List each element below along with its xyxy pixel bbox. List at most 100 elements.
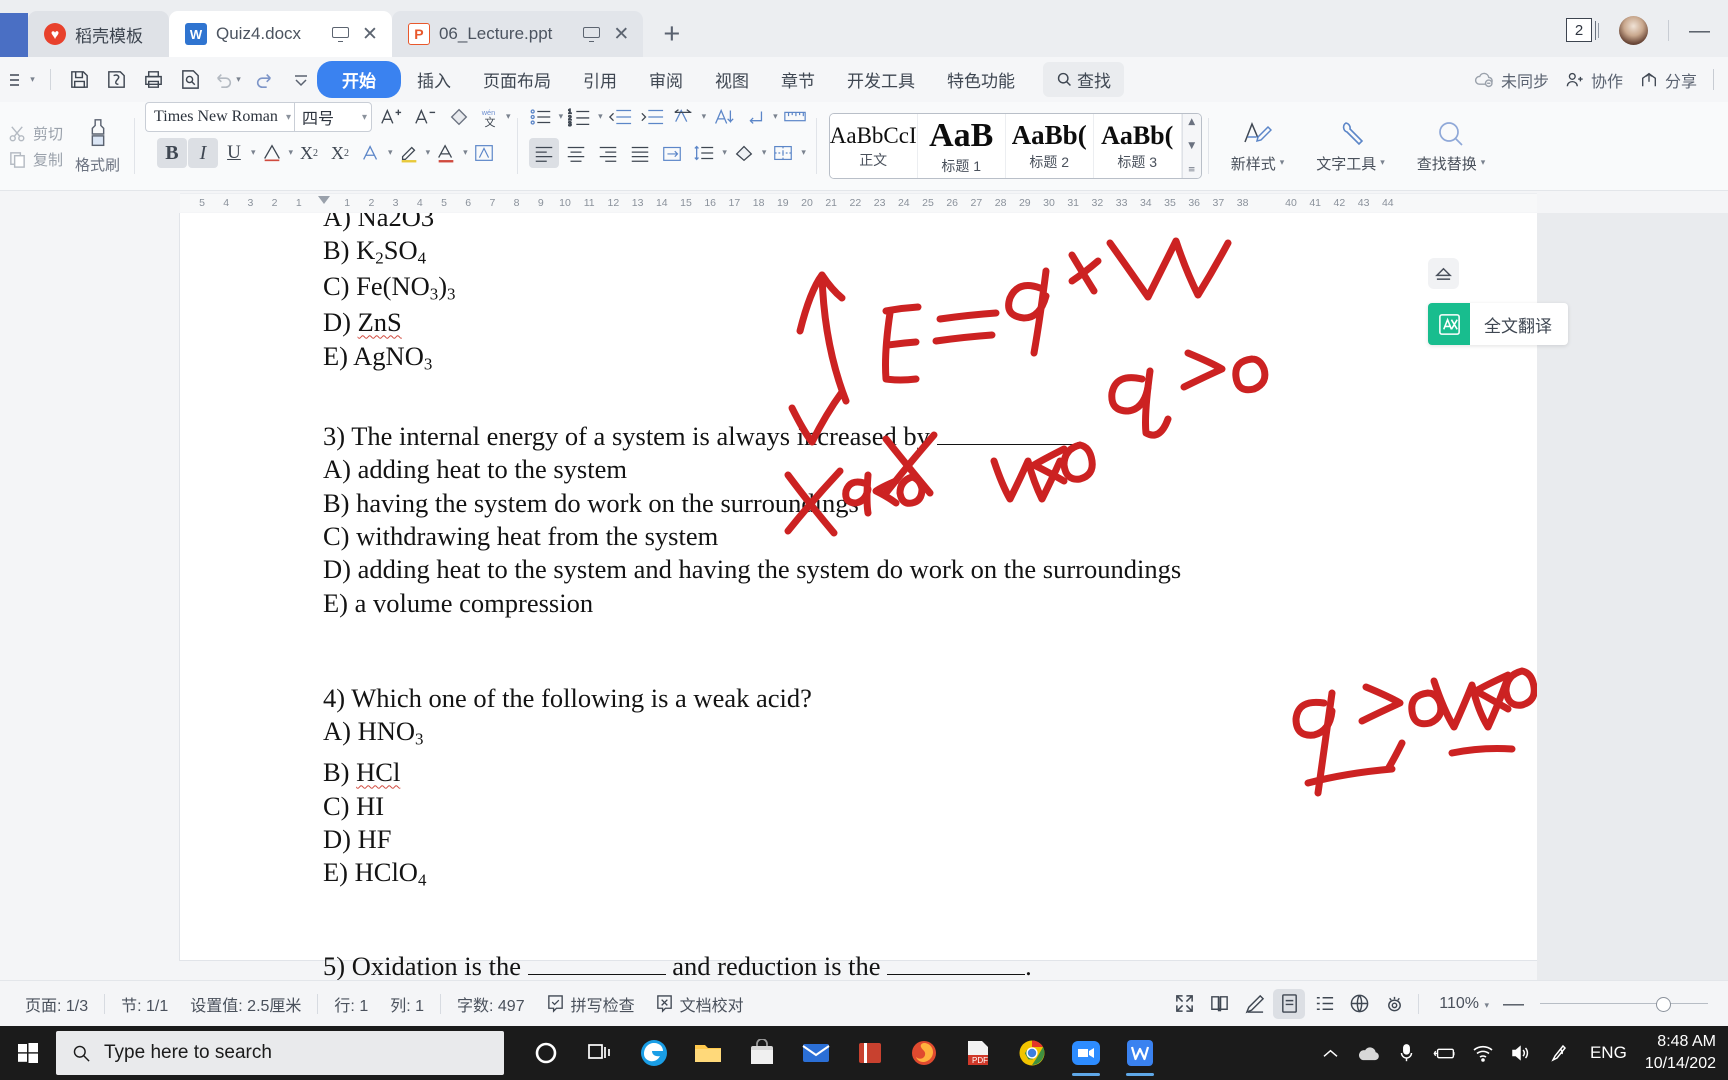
save-as-icon[interactable]	[100, 65, 132, 95]
book-icon[interactable]	[846, 1029, 894, 1077]
align-center-button[interactable]	[561, 138, 591, 168]
tab-restore-icon[interactable]	[332, 26, 350, 42]
app-menu-button[interactable]: ▾	[6, 65, 38, 95]
style-item-heading3[interactable]: AaBb( 标题 3	[1094, 114, 1182, 178]
character-border-button[interactable]	[469, 138, 499, 168]
edge-icon[interactable]	[630, 1029, 678, 1077]
decrease-indent-button[interactable]	[605, 102, 635, 132]
web-layout-icon[interactable]	[1343, 989, 1375, 1019]
text-tools-button[interactable]: 文字工具 ▾	[1300, 119, 1401, 174]
cut-button[interactable]: 剪切	[8, 123, 63, 144]
sort-button[interactable]	[669, 102, 699, 132]
tab-restore-icon[interactable]	[583, 26, 601, 42]
ribbon-tab-review[interactable]: 审阅	[633, 62, 699, 97]
scroll-down-icon[interactable]: ▼	[1188, 141, 1195, 151]
style-item-heading2[interactable]: AaBb( 标题 2	[1006, 114, 1094, 178]
format-painter-button[interactable]: 格式刷	[67, 117, 128, 175]
italic-button[interactable]: I	[187, 138, 218, 168]
ribbon-tab-developer[interactable]: 开发工具	[831, 62, 931, 97]
edit-pen-icon[interactable]	[1238, 989, 1270, 1019]
font-family-input[interactable]: Times New Roman ▾	[145, 102, 296, 132]
strikethrough-button[interactable]	[257, 138, 287, 168]
align-right-button[interactable]	[593, 138, 623, 168]
outline-icon[interactable]	[1308, 989, 1340, 1019]
justify-button[interactable]	[625, 138, 655, 168]
align-left-button[interactable]	[529, 138, 560, 168]
language-indicator[interactable]: ENG	[1580, 1043, 1637, 1063]
volume-icon[interactable]	[1504, 1029, 1538, 1077]
battery-icon[interactable]	[1428, 1029, 1462, 1077]
paragraph-mark-button[interactable]	[740, 102, 770, 132]
microphone-icon[interactable]	[1390, 1029, 1424, 1077]
translate-document-button[interactable]: 全文翻译	[1428, 303, 1568, 345]
style-item-heading1[interactable]: AaB 标题 1	[918, 114, 1006, 178]
status-setting[interactable]: 设置值: 2.5厘米	[179, 992, 312, 1016]
grow-font-button[interactable]	[376, 102, 406, 132]
store-icon[interactable]	[738, 1029, 786, 1077]
pinyin-guide-button[interactable]: wén 文	[478, 102, 501, 132]
increase-indent-button[interactable]	[637, 102, 667, 132]
subscript-button[interactable]: X2	[325, 138, 355, 168]
zoom-out-button[interactable]: —	[1496, 993, 1531, 1014]
mail-icon[interactable]	[792, 1029, 840, 1077]
distribute-button[interactable]	[657, 138, 687, 168]
numbered-list-button[interactable]: 123	[565, 102, 595, 132]
redo-icon[interactable]	[248, 65, 280, 95]
ribbon-tab-section[interactable]: 章节	[765, 62, 831, 97]
search-input[interactable]: Type here to search	[56, 1031, 504, 1075]
customize-qa-icon[interactable]	[285, 65, 317, 95]
chevron-down-icon[interactable]: ▾	[362, 112, 367, 123]
save-icon[interactable]	[63, 65, 95, 95]
style-item-normal[interactable]: AaBbCcI 正文	[830, 114, 918, 178]
ribbon-tab-home[interactable]: 开始	[317, 61, 401, 98]
chevron-down-icon[interactable]: ▾	[506, 112, 511, 122]
copy-button[interactable]: 复制	[8, 149, 63, 170]
ribbon-tab-special-features[interactable]: 特色功能	[931, 62, 1031, 97]
wps-icon[interactable]	[1116, 1029, 1164, 1077]
proofread-button[interactable]: 文档校对	[645, 992, 754, 1016]
chevron-down-icon[interactable]: ▾	[463, 148, 468, 158]
style-gallery-scrollbar[interactable]: ▲ ▼ ≡	[1181, 114, 1201, 178]
chevron-down-icon[interactable]: ▾	[801, 148, 806, 158]
tab-docer-template[interactable]: ♥ 稻壳模板	[28, 11, 169, 57]
chevron-down-icon[interactable]: ▾	[702, 112, 707, 122]
status-section[interactable]: 节: 1/1	[110, 992, 179, 1016]
ribbon-tab-references[interactable]: 引用	[567, 62, 633, 97]
undo-icon[interactable]: ▾	[211, 65, 243, 95]
show-hidden-icons-icon[interactable]	[1314, 1029, 1348, 1077]
print-preview-icon[interactable]	[174, 65, 206, 95]
chevron-down-icon[interactable]: ▾	[598, 112, 603, 122]
ribbon-tab-insert[interactable]: 插入	[401, 62, 467, 97]
underline-button[interactable]: U	[219, 138, 249, 168]
file-explorer-icon[interactable]	[684, 1029, 732, 1077]
firefox-icon[interactable]	[900, 1029, 948, 1077]
tab-close-icon[interactable]: ✕	[362, 24, 378, 44]
expand-gallery-icon[interactable]: ≡	[1188, 165, 1196, 175]
zoom-icon[interactable]	[1062, 1029, 1110, 1077]
status-word-count[interactable]: 字数: 497	[446, 992, 536, 1016]
start-button[interactable]	[0, 1026, 55, 1080]
chevron-down-icon[interactable]: ▾	[286, 112, 291, 123]
task-view-icon[interactable]	[576, 1029, 624, 1077]
ribbon-tab-page-layout[interactable]: 页面布局	[467, 62, 567, 97]
shrink-font-button[interactable]	[410, 102, 440, 132]
chevron-down-icon[interactable]: ▾	[289, 148, 294, 158]
borders-button[interactable]	[768, 138, 798, 168]
shading-button[interactable]	[729, 138, 759, 168]
bullet-list-button[interactable]	[526, 102, 556, 132]
document-page[interactable]: A) Na2O3 B) K2SO4 C) Fe(NO3)3 D) ZnS E) …	[180, 213, 1537, 980]
new-style-button[interactable]: 新样式 ▾	[1215, 119, 1301, 174]
clock[interactable]: 8:48 AM 10/14/202	[1641, 1031, 1722, 1074]
find-replace-button[interactable]: 查找替换 ▾	[1401, 119, 1502, 174]
font-color-button[interactable]	[431, 138, 461, 168]
chevron-down-icon[interactable]: ▾	[762, 148, 767, 158]
sync-status-button[interactable]: 未同步	[1474, 68, 1549, 92]
pen-icon[interactable]	[1542, 1029, 1576, 1077]
document-body[interactable]: A) Na2O3 B) K2SO4 C) Fe(NO3)3 D) ZnS E) …	[323, 213, 1423, 980]
zoom-slider[interactable]	[1540, 996, 1708, 1012]
new-tab-button[interactable]: +	[663, 18, 680, 51]
tab-quiz4-docx[interactable]: W Quiz4.docx ✕	[169, 11, 392, 57]
minimize-button[interactable]: —	[1689, 20, 1710, 41]
fullscreen-icon[interactable]	[1168, 989, 1200, 1019]
pdf-icon[interactable]: PDF	[954, 1029, 1002, 1077]
